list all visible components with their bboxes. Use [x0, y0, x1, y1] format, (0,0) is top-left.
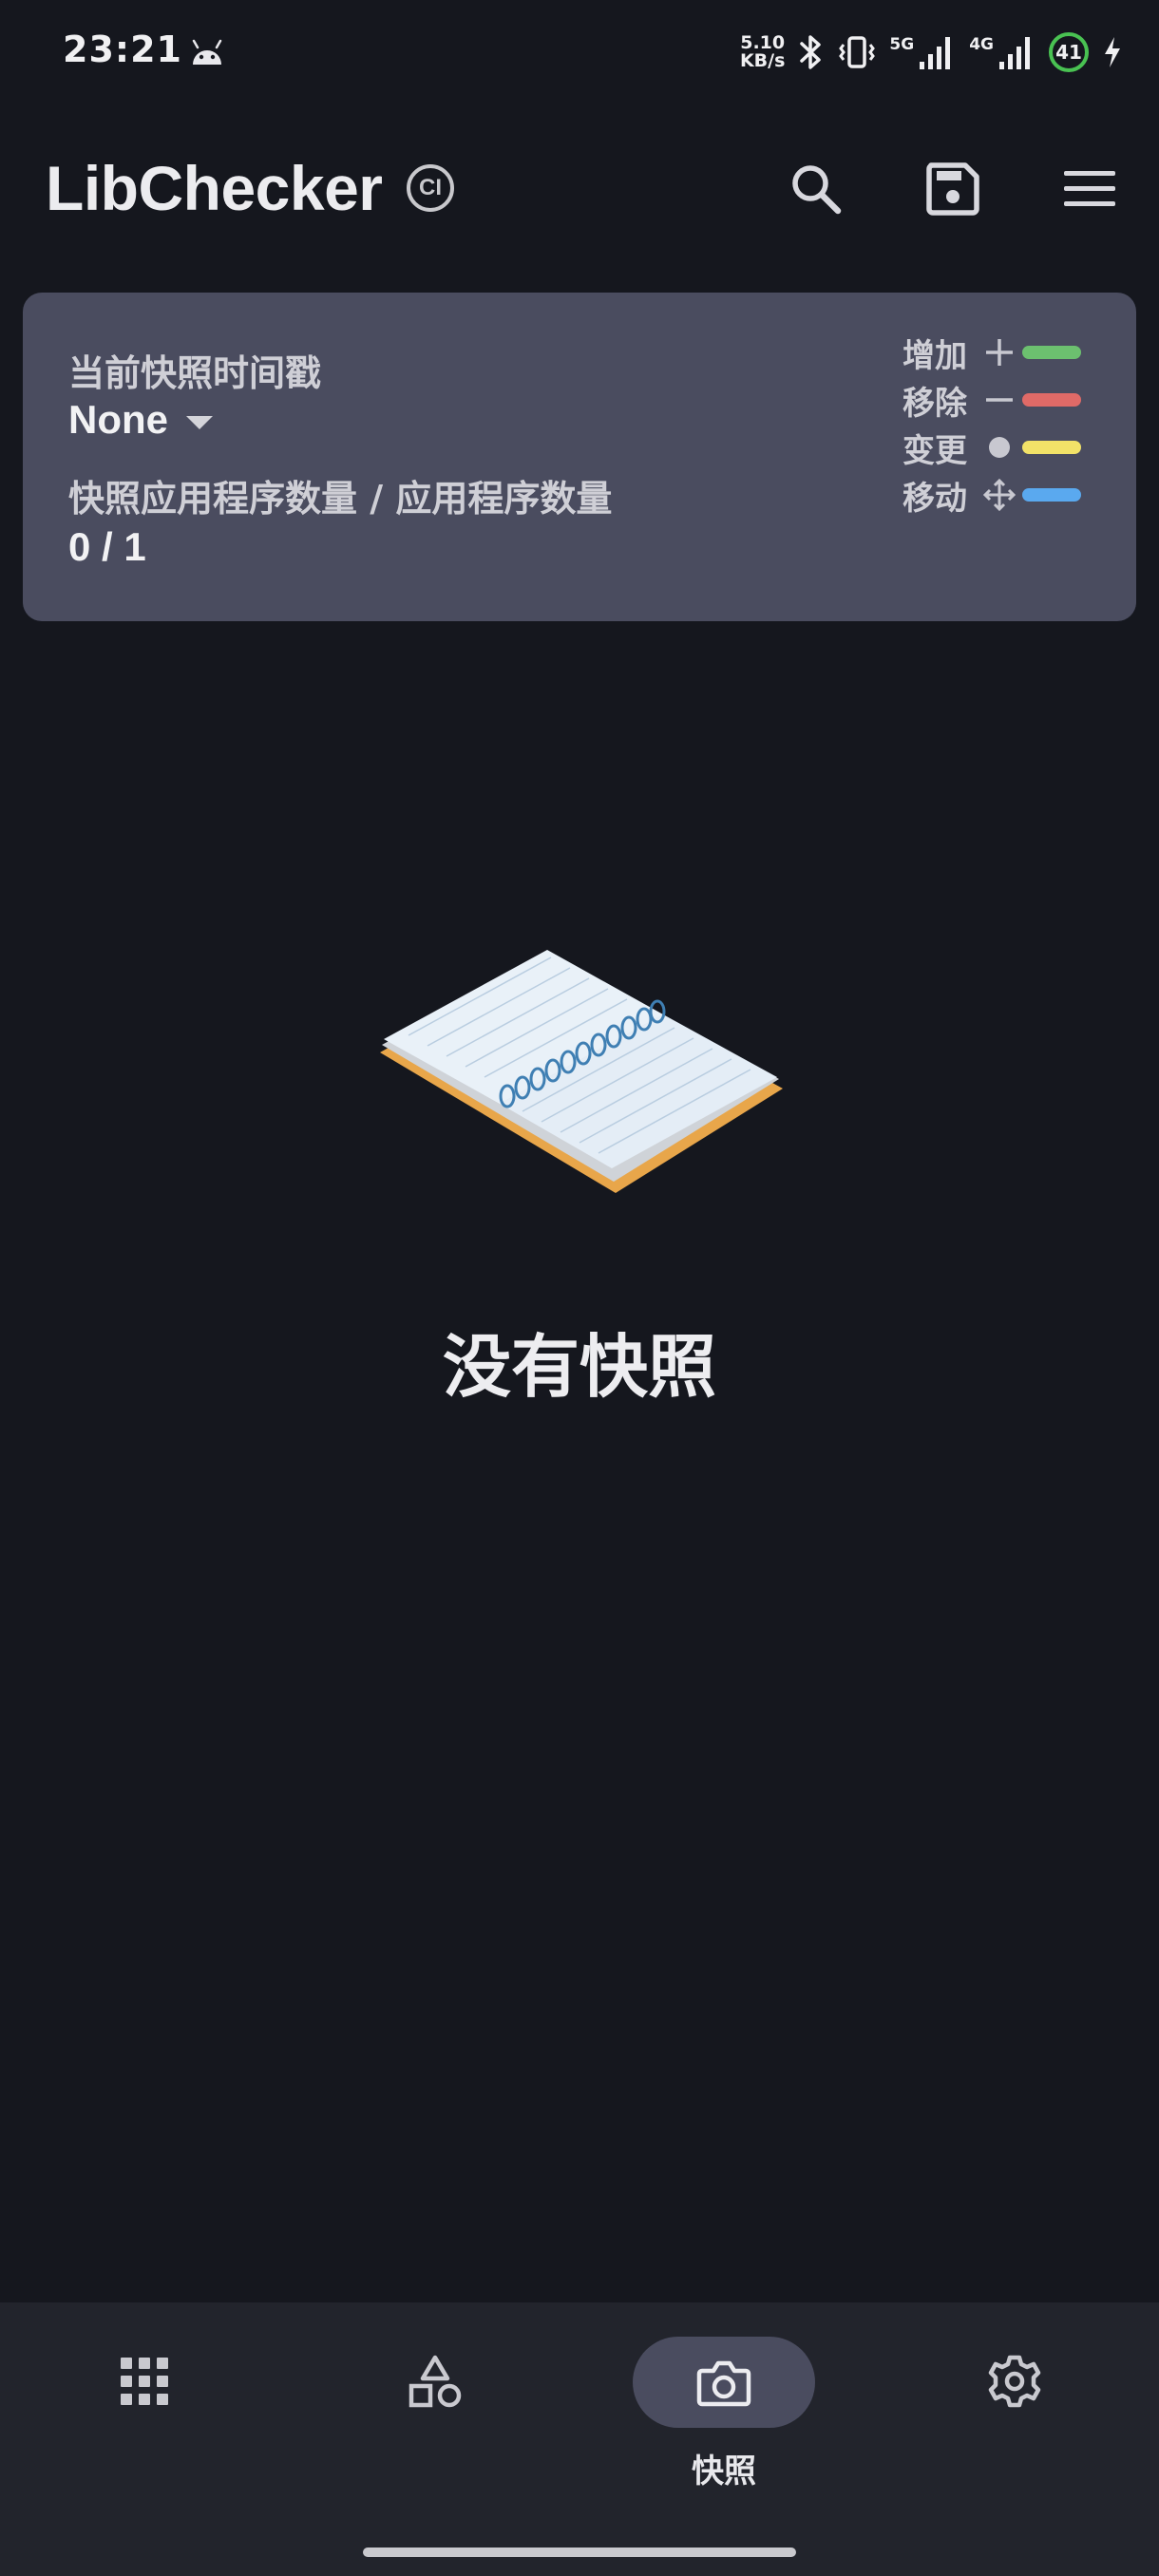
signal-bars-icon [999, 37, 1030, 69]
chevron-down-icon[interactable] [186, 416, 213, 429]
camera-icon [696, 2360, 751, 2407]
legend-item-moved: 移动 [902, 477, 1081, 518]
nav-label-snapshot: 快照 [692, 2453, 756, 2491]
legend-item-added: 增加 [902, 334, 1081, 375]
status-time: 23:21 [63, 28, 182, 70]
notebook-illustration [380, 950, 783, 1193]
count-label: 快照应用程序数量 / 应用程序数量 [68, 478, 613, 520]
legend-label: 移除 [902, 384, 967, 423]
save-icon[interactable] [922, 158, 984, 220]
legend-label: 增加 [902, 336, 967, 375]
legend-color-bar [1022, 393, 1081, 407]
signal-4g-label: 4G [969, 35, 994, 54]
search-icon[interactable] [785, 158, 847, 220]
home-indicator[interactable] [363, 2548, 796, 2557]
legend-color-bar [1022, 488, 1081, 502]
signal-5g-label: 5G [889, 35, 915, 54]
bottom-navigation: 快照 [0, 2302, 1159, 2576]
legend-color-bar [1022, 441, 1081, 454]
android-icon [192, 39, 222, 65]
status-icons: 5.10 KB/s 5G 4G 41 [740, 28, 1123, 76]
count-value: 0 / 1 [68, 524, 146, 569]
battery-indicator: 41 [1049, 32, 1089, 72]
timestamp-label: 当前快照时间戳 [68, 352, 322, 394]
charging-icon [1105, 37, 1120, 67]
legend-item-removed: 移除 [902, 382, 1081, 423]
nav-item-apps[interactable] [30, 2302, 258, 2511]
apps-grid-icon [121, 2358, 168, 2405]
legend-color-bar [1022, 346, 1081, 359]
network-speed: 5.10 KB/s [740, 34, 785, 70]
legend-item-changed: 变更 [902, 429, 1081, 470]
ci-badge: CI [407, 164, 454, 212]
nav-item-statistics[interactable] [321, 2302, 549, 2511]
network-speed-unit: KB/s [739, 50, 786, 71]
snapshot-info-card: 当前快照时间戳 None 快照应用程序数量 / 应用程序数量 0 / 1 增加 … [23, 293, 1136, 621]
shapes-icon [408, 2355, 462, 2408]
battery-level: 41 [1055, 41, 1082, 64]
app-title: LibChecker [46, 153, 383, 223]
nav-item-snapshot[interactable]: 快照 [610, 2302, 838, 2511]
signal-4g: 4G [969, 33, 1036, 71]
signal-5g: 5G [889, 33, 956, 71]
plus-icon [986, 339, 1013, 366]
change-legend: 增加 移除 变更 移动 [902, 334, 1081, 518]
timestamp-dropdown[interactable]: None [68, 397, 168, 443]
legend-label: 变更 [902, 431, 967, 470]
menu-icon[interactable] [1058, 158, 1121, 220]
gear-icon [988, 2355, 1041, 2408]
legend-label: 移动 [902, 479, 967, 518]
empty-state-title: 没有快照 [442, 1327, 716, 1407]
move-icon [982, 478, 1016, 512]
nav-item-settings[interactable] [901, 2302, 1129, 2511]
minus-icon [986, 398, 1013, 402]
vibrate-icon [839, 36, 876, 68]
bluetooth-icon [800, 35, 822, 69]
dot-icon [989, 437, 1010, 458]
status-bar: 23:21 5.10 KB/s 5G 4G 41 [0, 0, 1159, 104]
signal-bars-icon [920, 37, 951, 69]
